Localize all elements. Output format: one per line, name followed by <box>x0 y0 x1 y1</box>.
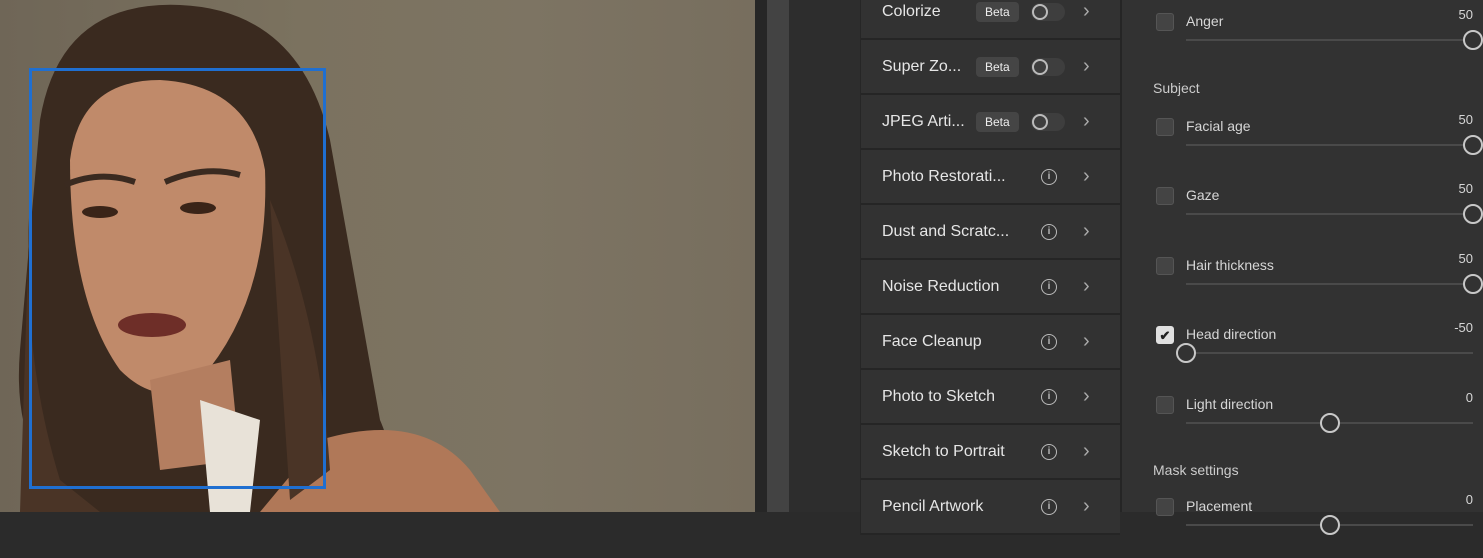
slider-handle[interactable] <box>1319 413 1340 433</box>
slider-label: Anger <box>1186 13 1224 29</box>
slider-value: 50 <box>1458 7 1473 22</box>
checkbox[interactable] <box>1156 257 1174 275</box>
filter-item[interactable]: Photo Restorati... i › <box>861 150 1120 205</box>
checkbox[interactable] <box>1156 118 1174 136</box>
filter-name: Photo to Sketch <box>882 387 995 405</box>
slider-handle[interactable] <box>1463 135 1483 155</box>
panel-gutter <box>789 0 860 512</box>
filter-toggle[interactable] <box>1031 2 1065 21</box>
beta-badge: Beta <box>976 1 1019 22</box>
checkbox[interactable] <box>1156 187 1174 205</box>
filter-name: Sketch to Portrait <box>882 442 1005 460</box>
slider-handle[interactable] <box>1463 30 1483 50</box>
checkbox[interactable] <box>1156 396 1174 414</box>
slider-track[interactable] <box>1186 204 1483 224</box>
beta-badge: Beta <box>976 56 1019 77</box>
slider-handle[interactable] <box>1463 274 1483 294</box>
slider-row: ✔ Head direction -50 <box>1122 320 1483 386</box>
info-icon[interactable]: i <box>1041 168 1057 185</box>
slider-track[interactable] <box>1176 343 1473 363</box>
filter-name: Photo Restorati... <box>882 167 1006 185</box>
beta-badge: Beta <box>976 111 1019 132</box>
scrollbar[interactable] <box>767 0 789 512</box>
chevron-right-icon[interactable]: › <box>1083 55 1090 78</box>
image-canvas[interactable] <box>0 0 755 512</box>
chevron-right-icon[interactable]: › <box>1083 330 1090 353</box>
filter-item[interactable]: JPEG Arti... Beta › <box>861 95 1120 150</box>
chevron-right-icon[interactable]: › <box>1083 165 1090 188</box>
filter-settings-panel: Anger 50 Subject Facial age 50 Gaze 50 H… <box>1120 0 1483 535</box>
slider-handle[interactable] <box>1319 515 1340 535</box>
filter-name: Noise Reduction <box>882 277 1000 295</box>
filter-item[interactable]: Dust and Scratc... i › <box>861 205 1120 260</box>
checkbox[interactable]: ✔ <box>1156 326 1174 344</box>
slider-label: Hair thickness <box>1186 257 1274 273</box>
slider-row: Light direction 0 <box>1122 390 1483 456</box>
slider-label: Light direction <box>1186 396 1274 412</box>
slider-track[interactable] <box>1186 274 1483 294</box>
filter-name: Super Zo... <box>882 57 962 75</box>
slider-value: 50 <box>1458 251 1473 266</box>
section-heading: Subject <box>1153 80 1200 96</box>
face-detection-box[interactable] <box>29 68 326 489</box>
chevron-right-icon[interactable]: › <box>1083 110 1090 133</box>
filter-item[interactable]: Pencil Artwork i › <box>861 480 1120 535</box>
filter-item[interactable]: Sketch to Portrait i › <box>861 425 1120 480</box>
slider-row: Hair thickness 50 <box>1122 251 1483 317</box>
filter-name: Colorize <box>882 2 941 20</box>
chevron-right-icon[interactable]: › <box>1083 385 1090 408</box>
info-icon[interactable]: i <box>1041 498 1057 515</box>
chevron-right-icon[interactable]: › <box>1083 440 1090 463</box>
slider-value: 50 <box>1458 181 1473 196</box>
filter-toggle[interactable] <box>1031 112 1065 131</box>
filter-item[interactable]: Face Cleanup i › <box>861 315 1120 370</box>
checkbox[interactable] <box>1156 13 1174 31</box>
slider-track[interactable] <box>1186 515 1473 535</box>
filter-toggle[interactable] <box>1031 57 1065 76</box>
neural-filters-list: Colorize Beta › Super Zo... Beta › JPEG Arti..… <box>860 0 1120 535</box>
slider-handle[interactable] <box>1463 204 1483 224</box>
info-icon[interactable]: i <box>1041 443 1057 460</box>
filter-item[interactable]: Photo to Sketch i › <box>861 370 1120 425</box>
filter-name: JPEG Arti... <box>882 112 965 130</box>
info-icon[interactable]: i <box>1041 223 1057 240</box>
chevron-right-icon[interactable]: › <box>1083 495 1090 518</box>
chevron-right-icon[interactable]: › <box>1083 220 1090 243</box>
filter-item[interactable]: Noise Reduction i › <box>861 260 1120 315</box>
filter-item[interactable]: Colorize Beta › <box>861 0 1120 40</box>
filter-name: Dust and Scratc... <box>882 222 1010 240</box>
slider-row: Placement 0 <box>1122 492 1483 558</box>
filter-name: Pencil Artwork <box>882 497 984 515</box>
slider-handle[interactable] <box>1176 343 1196 363</box>
slider-track[interactable] <box>1186 413 1473 433</box>
info-icon[interactable]: i <box>1041 278 1057 295</box>
slider-label: Gaze <box>1186 187 1220 203</box>
section-heading: Mask settings <box>1153 462 1239 478</box>
divider <box>755 0 767 512</box>
slider-row: Gaze 50 <box>1122 181 1483 247</box>
chevron-right-icon[interactable]: › <box>1083 0 1090 23</box>
slider-value: 0 <box>1465 492 1473 507</box>
slider-value: 0 <box>1465 390 1473 405</box>
info-icon[interactable]: i <box>1041 333 1057 350</box>
slider-value: 50 <box>1458 112 1473 127</box>
filter-item[interactable]: Super Zo... Beta › <box>861 40 1120 95</box>
slider-label: Head direction <box>1186 326 1277 342</box>
checkbox[interactable] <box>1156 498 1174 516</box>
slider-track[interactable] <box>1186 135 1483 155</box>
slider-track[interactable] <box>1186 30 1483 50</box>
chevron-right-icon[interactable]: › <box>1083 275 1090 298</box>
info-icon[interactable]: i <box>1041 388 1057 405</box>
slider-value: -50 <box>1454 320 1473 335</box>
slider-row: Anger 50 <box>1122 7 1483 73</box>
filter-name: Face Cleanup <box>882 332 982 350</box>
slider-label: Facial age <box>1186 118 1251 134</box>
slider-row: Facial age 50 <box>1122 112 1483 178</box>
